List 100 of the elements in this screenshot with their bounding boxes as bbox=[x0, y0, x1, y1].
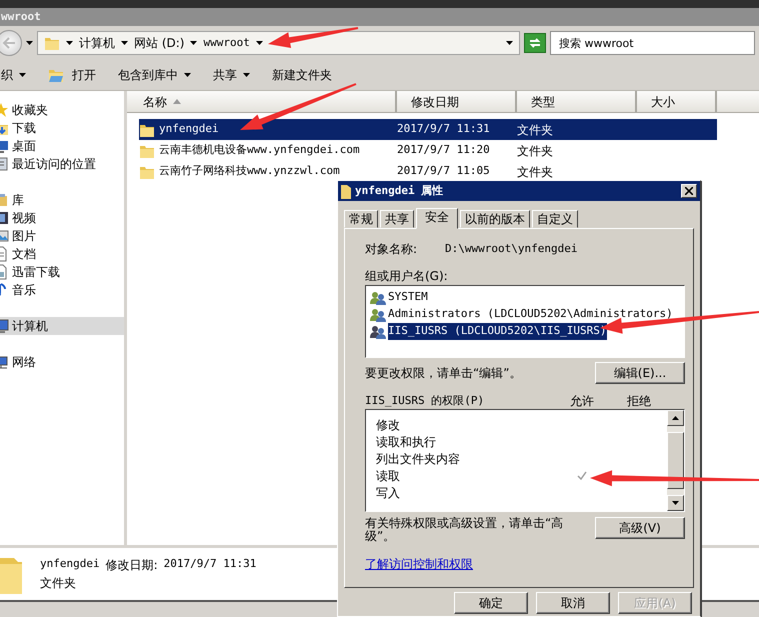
dialog-button[interactable]: 确定 bbox=[454, 592, 528, 614]
sidebar-label: 收藏夹 bbox=[12, 102, 48, 119]
scroll-down-button[interactable] bbox=[667, 495, 684, 511]
sidebar-item[interactable]: 迅雷下载 bbox=[0, 263, 124, 281]
sidebar-item[interactable]: 文档 bbox=[0, 245, 124, 263]
type-text: 文件夹 bbox=[517, 164, 553, 180]
sidebar-label: 网络 bbox=[12, 354, 36, 371]
hint-text: 要更改权限，请单击“编辑”。 bbox=[365, 365, 522, 382]
sidebar-item[interactable]: 下载 bbox=[0, 119, 124, 137]
user-name[interactable]: IIS_IUSRS (LDCLOUD5202\IIS_IUSRS) bbox=[388, 323, 607, 340]
tab[interactable]: 常规 bbox=[344, 210, 378, 228]
sidebar-label: 迅雷下载 bbox=[12, 264, 60, 281]
edit-button[interactable]: 编辑(E)... bbox=[595, 362, 685, 384]
sidebar-item[interactable]: 图片 bbox=[0, 227, 124, 245]
field-label: 对象名称: bbox=[365, 241, 418, 258]
tab[interactable]: 共享 bbox=[380, 210, 414, 228]
scroll-up-button[interactable] bbox=[667, 410, 684, 426]
toolbar-button[interactable]: 打开 bbox=[48, 66, 96, 84]
toolbar-button[interactable]: 织 bbox=[1, 66, 26, 84]
breadcrumb-link[interactable]: 计算机 bbox=[79, 34, 115, 52]
caret-icon bbox=[184, 73, 191, 77]
close-button[interactable] bbox=[681, 184, 697, 198]
users-icon bbox=[370, 290, 386, 304]
sidebar-item[interactable]: 最近访问的位置 bbox=[0, 155, 124, 173]
permission-name: 读取和执行 bbox=[376, 434, 437, 450]
sidebar-label: 最近访问的位置 bbox=[12, 156, 96, 173]
permission-name: 列出文件夹内容 bbox=[376, 450, 461, 468]
users-icon bbox=[370, 324, 386, 338]
advanced-button[interactable]: 高级(V) bbox=[595, 517, 685, 539]
caret-icon bbox=[121, 41, 128, 45]
permission-name: 写入 bbox=[376, 484, 401, 502]
file-row[interactable]: 云南丰德机电设备www.ynfengdei.com 2017/9/7 11:20 文件夹 bbox=[139, 140, 717, 161]
dialog-title: ynfengdei 属性 bbox=[355, 182, 444, 199]
caret-icon bbox=[256, 41, 263, 45]
column-label: 类型 bbox=[531, 94, 555, 110]
sidebar-label: 视频 bbox=[12, 210, 36, 227]
tab[interactable]: 以前的版本 bbox=[460, 210, 530, 228]
toolbar-button[interactable]: 包含到库中 bbox=[118, 66, 191, 84]
toolbar-button[interactable]: 新建文件夹 bbox=[272, 66, 332, 84]
sidebar-item[interactable]: 库 bbox=[0, 191, 124, 209]
caret-icon bbox=[26, 41, 33, 45]
file-name: ynfengdei bbox=[40, 556, 100, 572]
user-name[interactable]: SYSTEM bbox=[388, 289, 428, 306]
user-name[interactable]: Administrators (LDCLOUD5202\Administrators) bbox=[388, 306, 673, 323]
folder-icon bbox=[44, 35, 60, 51]
toolbar-button[interactable]: 共享 bbox=[213, 66, 250, 84]
address-field[interactable]: 计算机 网站 (D:) wwwroot bbox=[37, 31, 520, 55]
down-arrow-icon bbox=[672, 501, 679, 505]
breadcrumb-link[interactable]: wwwroot bbox=[203, 34, 250, 52]
refresh-icon bbox=[528, 37, 542, 49]
folder-icon bbox=[341, 183, 351, 199]
sidebar-label: 计算机 bbox=[12, 318, 48, 335]
date-text: 2017/9/7 11:31 bbox=[164, 556, 256, 572]
sidebar-label: 音乐 bbox=[12, 282, 36, 299]
sidebar-item[interactable]: 网络 bbox=[0, 353, 124, 371]
up-arrow-icon bbox=[672, 416, 679, 420]
column-header[interactable]: 大小 bbox=[637, 91, 717, 112]
search-field[interactable]: 搜索 wwwroot bbox=[550, 31, 755, 55]
caret-icon bbox=[190, 41, 198, 45]
file-name: 云南丰德机电设备www.ynfengdei.com bbox=[159, 142, 360, 158]
help-link[interactable]: 了解访问控制和权限 bbox=[365, 555, 473, 573]
caret-icon bbox=[506, 41, 513, 45]
sidebar-item[interactable]: 计算机 bbox=[0, 317, 124, 335]
date-text: 2017/9/7 11:20 bbox=[397, 142, 490, 158]
sidebar-label: 桌面 bbox=[12, 138, 36, 155]
scrollbar[interactable] bbox=[667, 410, 684, 511]
tab[interactable]: 安全 bbox=[416, 208, 458, 229]
window-title: wwroot bbox=[1, 8, 41, 25]
type-text: 文件夹 bbox=[517, 142, 553, 160]
type-text: 文件夹 bbox=[40, 575, 77, 592]
column-header[interactable]: 修改日期 bbox=[397, 91, 517, 112]
caret-icon bbox=[66, 41, 73, 45]
close-icon bbox=[685, 187, 693, 195]
refresh-button[interactable] bbox=[524, 33, 546, 53]
dialog-button[interactable]: 取消 bbox=[536, 592, 610, 614]
folder-icon bbox=[48, 67, 66, 83]
tab[interactable]: 自定义 bbox=[532, 210, 578, 228]
sidebar-item[interactable]: 音乐 bbox=[0, 281, 124, 299]
hint-text: 有关特殊权限或高级设置，请单击“高级”。 bbox=[365, 517, 564, 543]
permission-name: 修改 bbox=[376, 416, 401, 434]
permission-name: 读取 bbox=[376, 468, 401, 484]
back-button[interactable] bbox=[0, 30, 22, 56]
sidebar-item[interactable]: 桌面 bbox=[0, 137, 124, 155]
back-arrow-icon bbox=[2, 37, 16, 49]
column-label: 允许 bbox=[570, 393, 595, 410]
file-name: ynfengdei bbox=[159, 121, 219, 138]
path-text: D:\wwwroot\ynfengdei bbox=[445, 240, 578, 257]
users-icon bbox=[370, 308, 386, 322]
column-label: 修改日期 bbox=[411, 94, 459, 110]
file-row[interactable]: ynfengdei 2017/9/7 11:31 文件夹 bbox=[139, 119, 717, 140]
sidebar-label: 图片 bbox=[12, 228, 36, 245]
scrollbar-thumb[interactable] bbox=[667, 432, 684, 489]
sidebar-label: 下载 bbox=[12, 120, 36, 137]
breadcrumb-link[interactable]: 网站 (D:) bbox=[134, 34, 184, 52]
caret-icon bbox=[243, 73, 250, 77]
sidebar-item[interactable]: 收藏夹 bbox=[0, 101, 124, 119]
file-row[interactable]: 云南竹子网络科技www.ynzzwl.com 2017/9/7 11:05 文件夹 bbox=[139, 161, 717, 182]
field-label: IIS_IUSRS 的权限(P) bbox=[365, 392, 486, 409]
sidebar-item[interactable]: 视频 bbox=[0, 209, 124, 227]
column-header[interactable]: 类型 bbox=[517, 91, 637, 112]
